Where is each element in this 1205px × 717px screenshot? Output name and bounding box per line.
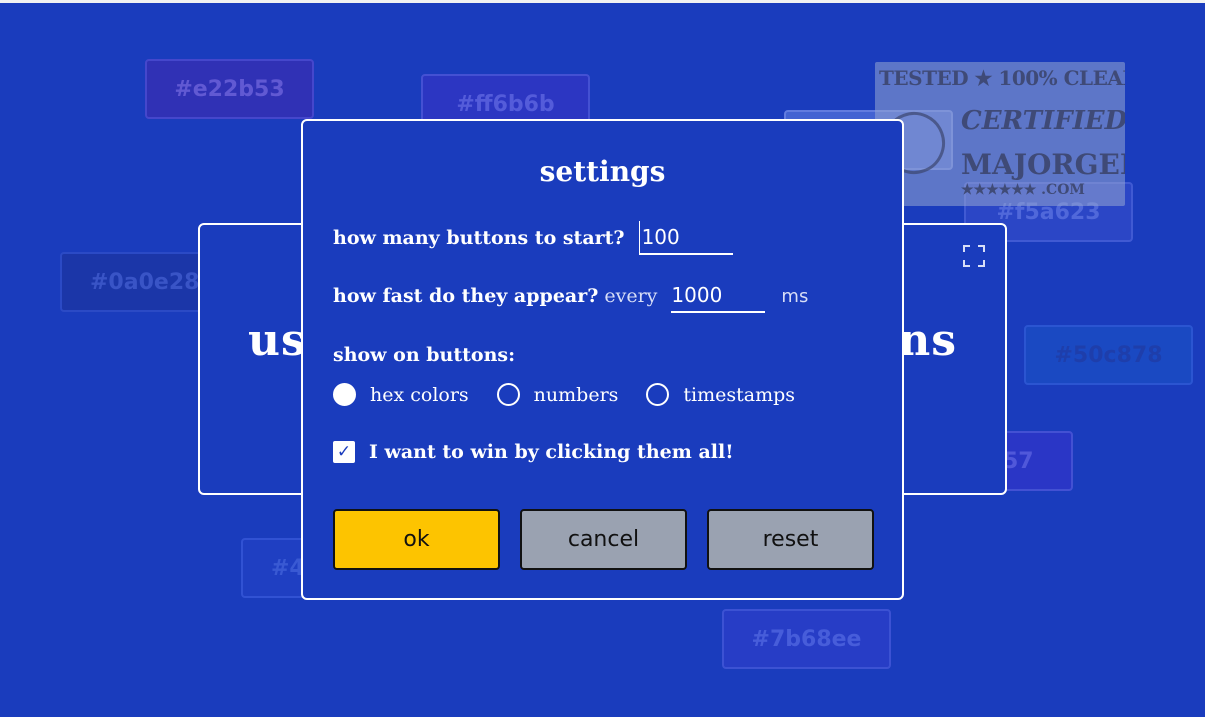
- intro-heading-right: ns: [898, 315, 957, 366]
- check-icon[interactable]: ✓: [333, 441, 355, 463]
- watermark-stars-text: ★★★★★★ .COM: [961, 182, 1085, 198]
- watermark-middle-text: CERTIFIED: [961, 106, 1125, 136]
- radio-numbers[interactable]: numbers: [496, 383, 619, 406]
- button-count-input[interactable]: [638, 221, 733, 255]
- cancel-button[interactable]: cancel: [520, 509, 687, 570]
- intro-heading-left: us: [248, 315, 307, 366]
- radio-hex-colors[interactable]: hex colors: [333, 383, 469, 406]
- dialog-buttons: ok cancel reset: [333, 509, 874, 570]
- radio-unchecked-icon[interactable]: [496, 383, 520, 406]
- radio-checked-icon[interactable]: [333, 383, 356, 406]
- radio-unchecked-icon[interactable]: [646, 383, 670, 406]
- bg-color-button[interactable]: #e22b53: [145, 59, 314, 119]
- radio-numbers-label: numbers: [533, 383, 619, 406]
- win-checkbox-row[interactable]: ✓ I want to win by clicking them all!: [333, 441, 872, 463]
- speed-unit: ms: [781, 285, 809, 307]
- radio-timestamps-label: timestamps: [683, 383, 796, 406]
- watermark-logo: TESTED ★ 100% CLEAN CERTIFIED MAJORGEEKS…: [875, 62, 1125, 206]
- speed-row: how fast do they appear? every ms: [333, 279, 872, 313]
- speed-label: how fast do they appear?: [333, 285, 599, 307]
- display-mode-radio-group: hex colors numbers timestamps: [333, 383, 872, 406]
- win-checkbox-label: I want to win by clicking them all!: [369, 441, 734, 463]
- dialog-title: settings: [539, 155, 666, 188]
- show-on-buttons-label: show on buttons:: [333, 344, 516, 366]
- button-count-label: how many buttons to start?: [333, 227, 625, 249]
- button-count-row: how many buttons to start?: [333, 221, 872, 255]
- reset-button[interactable]: reset: [707, 509, 874, 570]
- bg-color-button[interactable]: #7b68ee: [722, 609, 891, 669]
- radio-hex-colors-label: hex colors: [370, 383, 469, 406]
- settings-dialog: settings how many buttons to start? how …: [301, 119, 904, 600]
- top-strip: [0, 0, 1205, 3]
- radio-timestamps[interactable]: timestamps: [646, 383, 795, 406]
- watermark-top-text: TESTED ★ 100% CLEAN: [879, 66, 1125, 90]
- fullscreen-icon[interactable]: [963, 245, 985, 267]
- speed-prefix: every: [604, 285, 658, 307]
- ok-button[interactable]: ok: [333, 509, 500, 570]
- show-on-buttons-row: show on buttons:: [333, 344, 872, 366]
- watermark-bottom-text: MAJORGEEKS: [961, 148, 1125, 181]
- speed-input[interactable]: [671, 279, 766, 313]
- bg-color-button[interactable]: #50c878: [1024, 325, 1193, 385]
